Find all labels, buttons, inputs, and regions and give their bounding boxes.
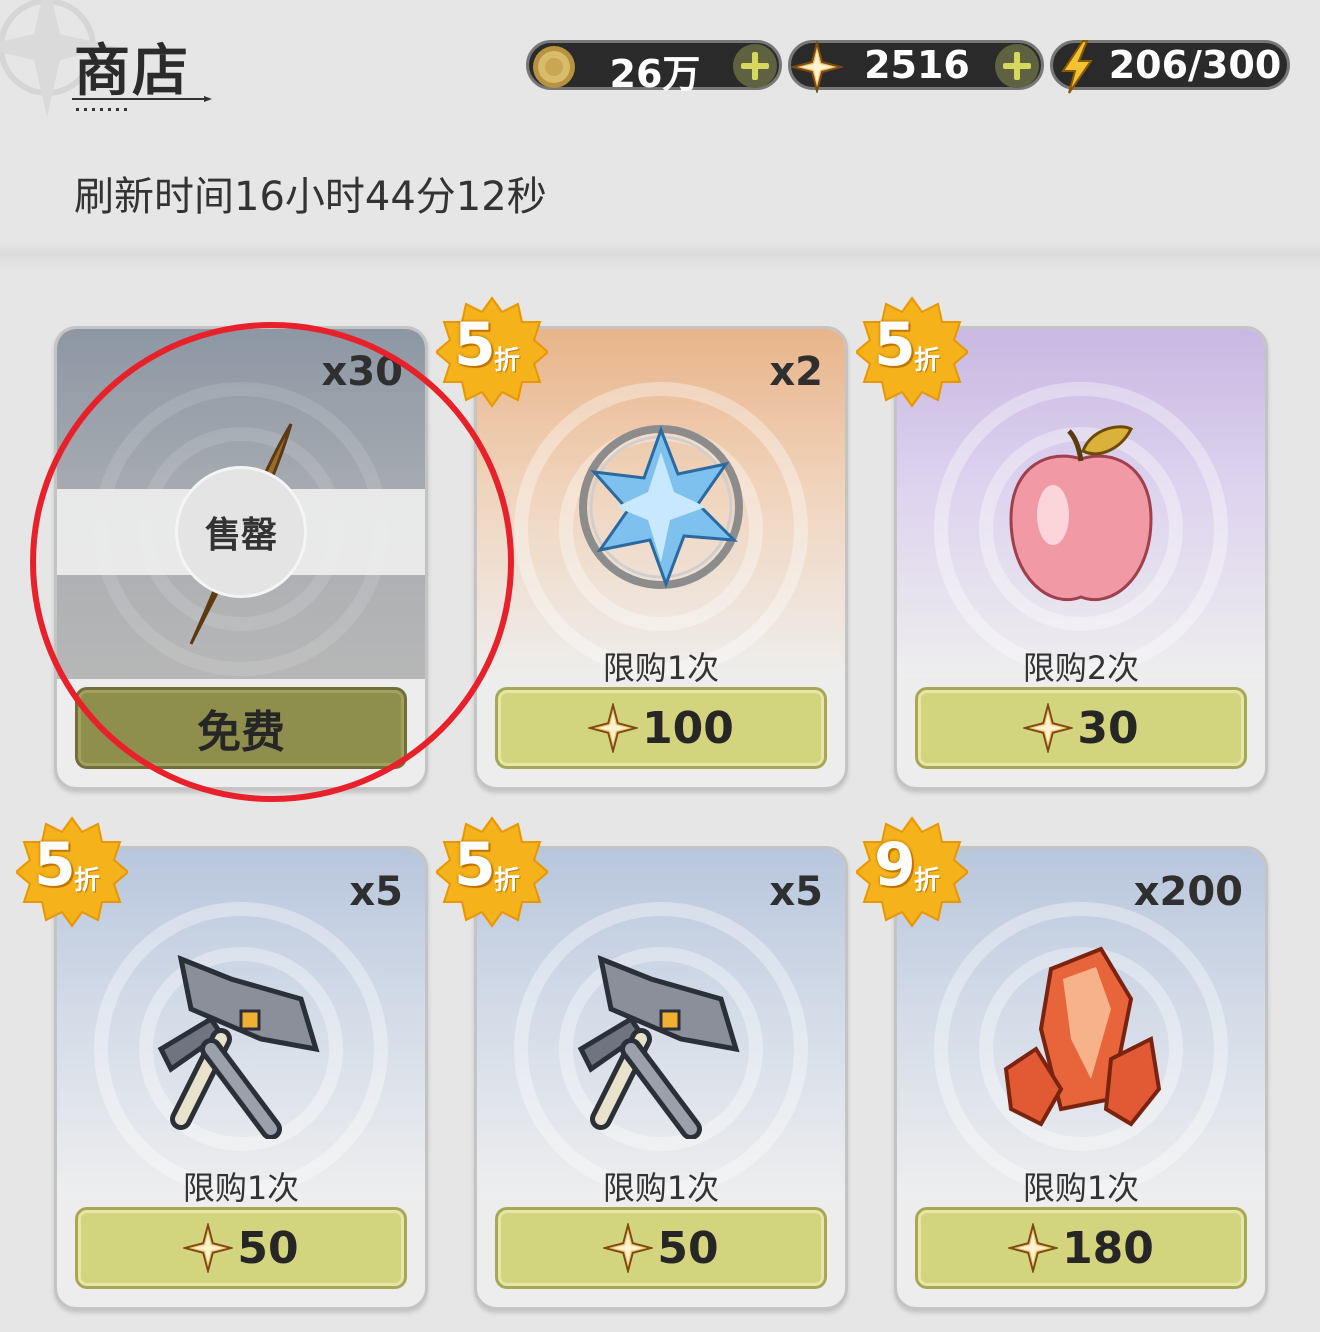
item-quantity: x5 xyxy=(769,869,823,915)
highlight-circle xyxy=(30,322,514,802)
hammer-icon xyxy=(577,954,740,1139)
star-gem-icon xyxy=(791,41,843,93)
star-gem-icon xyxy=(1023,703,1074,753)
item-quantity: x5 xyxy=(349,869,403,915)
discount-unit: 折 xyxy=(74,866,101,896)
star-gem-balance[interactable]: 2516 xyxy=(788,40,1044,93)
price-label: 50 xyxy=(657,1222,719,1274)
discount-badge: 5 折 xyxy=(856,296,968,408)
header-divider xyxy=(0,240,1320,270)
discount-unit: 折 xyxy=(914,346,941,376)
purchase-limit: 限购1次 xyxy=(602,1169,720,1207)
price-label: 180 xyxy=(1062,1222,1154,1274)
discount-value: 5 xyxy=(454,310,496,380)
star-gem-icon xyxy=(1008,1223,1059,1273)
hammer-icon xyxy=(157,954,320,1139)
plus-icon xyxy=(1003,52,1031,80)
buy-button[interactable]: 180 xyxy=(915,1207,1247,1289)
buy-button[interactable]: 30 xyxy=(915,687,1247,769)
coin-balance[interactable]: 26万 xyxy=(526,40,782,96)
discount-value: 9 xyxy=(874,830,916,900)
buy-button[interactable]: 50 xyxy=(495,1207,827,1289)
red-crystal-icon xyxy=(1003,946,1162,1127)
star-gem-icon xyxy=(588,703,639,753)
purchase-limit: 限购1次 xyxy=(1022,1169,1140,1207)
star-gem-value: 2516 xyxy=(864,43,970,87)
stamina-balance: 206/300 xyxy=(1050,40,1290,94)
discount-value: 5 xyxy=(454,830,496,900)
discount-unit: 折 xyxy=(494,866,521,896)
purchase-limit: 限购1次 xyxy=(182,1169,300,1207)
stamina-value: 206/300 xyxy=(1108,43,1282,87)
discount-unit: 折 xyxy=(914,866,941,896)
discount-badge: 5 折 xyxy=(436,296,548,408)
star-gem-icon xyxy=(183,1223,234,1273)
lightning-icon xyxy=(1061,40,1093,94)
discount-unit: 折 xyxy=(494,346,521,376)
price-label: 30 xyxy=(1077,702,1139,754)
buy-button[interactable]: 100 xyxy=(495,687,827,769)
purchase-limit: 限购2次 xyxy=(1022,649,1140,687)
coin-value: 26万 xyxy=(609,52,701,96)
add-star-gem-button[interactable] xyxy=(995,44,1039,88)
discount-value: 5 xyxy=(874,310,916,380)
discount-badge: 5 折 xyxy=(436,816,548,928)
discount-badge: 5 折 xyxy=(16,816,128,928)
discount-badge: 9 折 xyxy=(856,816,968,928)
discount-value: 5 xyxy=(34,830,76,900)
refresh-timer: 刷新时间16小时44分12秒 xyxy=(74,174,547,220)
coin-icon xyxy=(533,46,575,88)
item-quantity: x200 xyxy=(1133,869,1243,915)
add-coins-button[interactable] xyxy=(733,44,777,88)
item-quantity: x2 xyxy=(769,349,823,395)
buy-button[interactable]: 50 xyxy=(75,1207,407,1289)
plus-icon xyxy=(741,52,769,80)
page-title: 商店 xyxy=(74,39,190,104)
blue-crystal-icon xyxy=(579,425,743,589)
price-label: 100 xyxy=(642,702,734,754)
price-label: 50 xyxy=(237,1222,299,1274)
title-underline xyxy=(72,96,212,111)
purchase-limit: 限购1次 xyxy=(602,649,720,687)
apple-icon xyxy=(1009,425,1153,602)
star-gem-icon xyxy=(603,1223,654,1273)
